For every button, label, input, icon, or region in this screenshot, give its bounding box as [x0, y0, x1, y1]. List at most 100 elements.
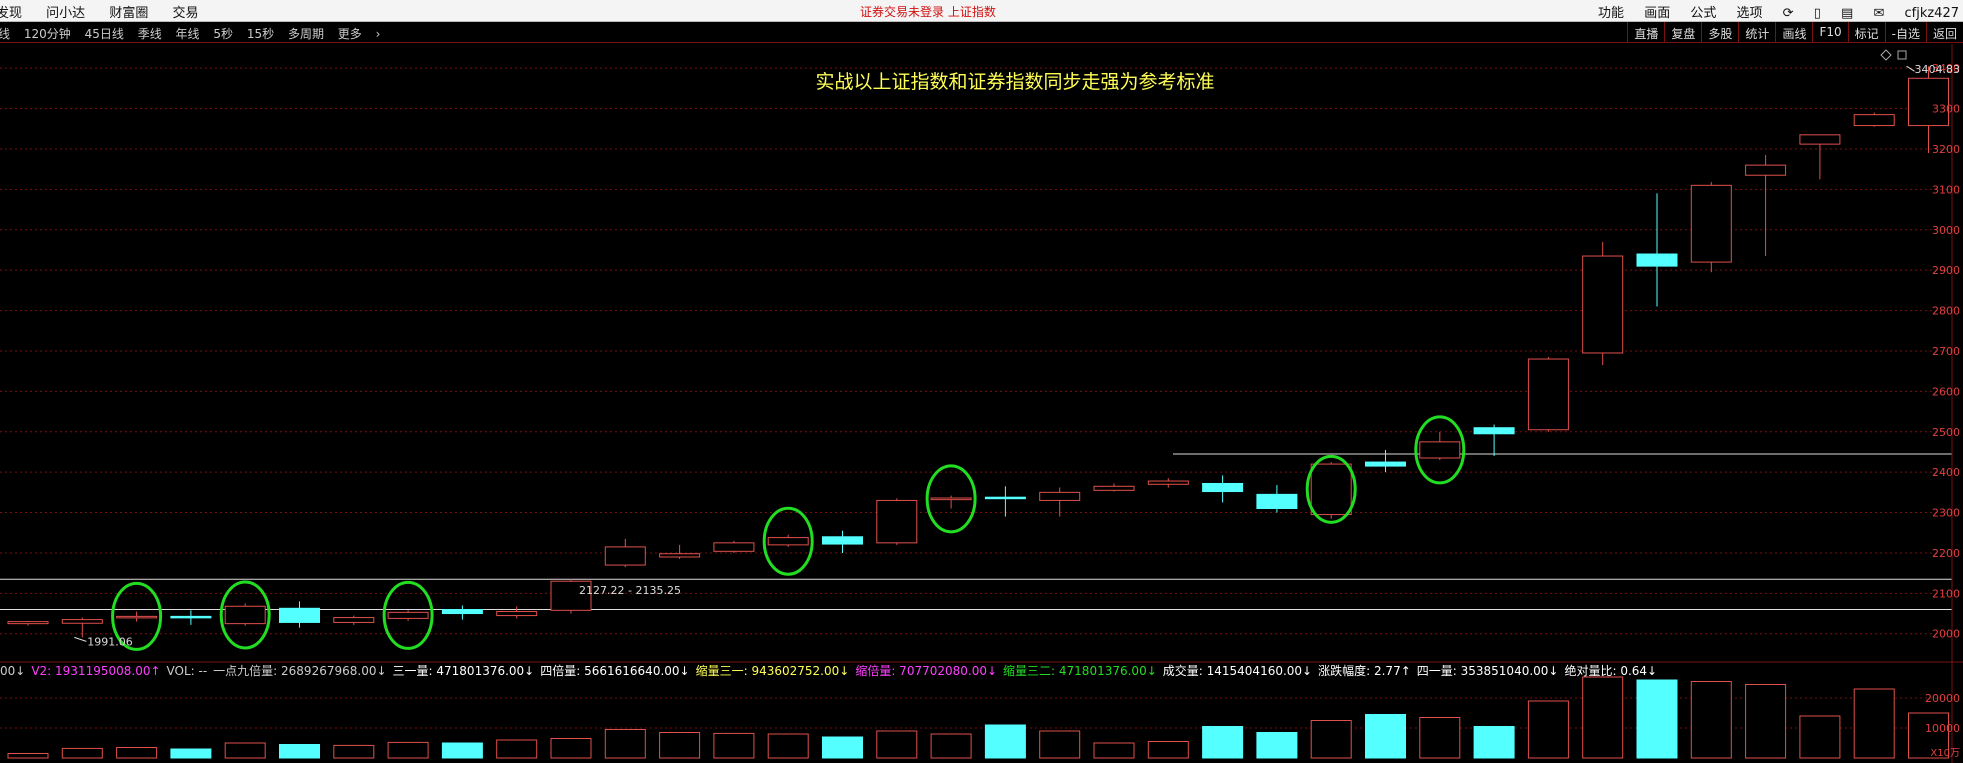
volume-bar — [1093, 742, 1135, 759]
range-label: 2127.22 - 2135.25 — [579, 584, 681, 597]
candle-body — [1690, 184, 1732, 263]
candle-body — [604, 546, 646, 566]
candle-body — [7, 621, 49, 625]
candle-body — [333, 617, 375, 623]
indicator-value: 缩量三一: 943602752.00↓ — [695, 664, 850, 678]
candlestick-chart[interactable]: 2000 2100 2200 2300 2400 2500 2600 2700 2800 2900… — [0, 0, 1963, 763]
candle-body — [876, 499, 918, 544]
indicator-value: 四一量: 353851040.00↓ — [1416, 664, 1559, 678]
volume-bar — [1147, 741, 1189, 759]
volume-bar — [659, 732, 701, 759]
y-tick-label: 2400 — [1932, 466, 1960, 479]
volume-bar — [7, 753, 49, 759]
candle-body — [1799, 134, 1841, 145]
candle-body — [61, 619, 103, 624]
pin-icon[interactable] — [1880, 49, 1892, 61]
volume-bar — [1690, 681, 1732, 759]
chart-title: 实战以上证指数和证券指数同步走强为参考标准 — [815, 71, 1214, 93]
candle-body — [767, 537, 809, 546]
y-tick-label: 2800 — [1932, 305, 1960, 318]
volume-bar — [1527, 700, 1569, 759]
y-tick-label: 2600 — [1932, 385, 1960, 398]
y-tick-label: 2500 — [1932, 426, 1960, 439]
volume-bar — [387, 741, 429, 759]
candle-body — [1636, 253, 1678, 267]
candle-body — [1147, 480, 1189, 485]
y-tick-label: 2000 — [1932, 628, 1960, 641]
candle-body — [387, 611, 429, 619]
volume-bar — [1636, 679, 1678, 759]
chart-annotations: 1991.06 3404.83 2127.22 - 2135.25 — [74, 63, 1960, 648]
indicator-value: 00↓ — [0, 664, 26, 678]
volume-bar — [1799, 715, 1841, 759]
volume-bar — [496, 739, 538, 759]
price-axis: 2000 2100 2200 2300 2400 2500 2600 2700 2800 2900… — [0, 44, 1963, 763]
volume-bar — [170, 748, 212, 759]
y-tick-label: 2700 — [1932, 345, 1960, 358]
volume-bar — [116, 747, 158, 759]
volume-bar — [930, 733, 972, 759]
volume-bars — [7, 676, 1949, 759]
vol-tick-label: 10000 — [1925, 722, 1960, 735]
volume-bar — [1582, 676, 1624, 759]
candle-body — [1419, 441, 1461, 459]
volume-bar — [767, 733, 809, 759]
candle-body — [1202, 482, 1244, 493]
expand-icon[interactable] — [1897, 50, 1907, 60]
high-pointer — [1906, 65, 1915, 72]
volume-bar — [550, 738, 592, 759]
y-tick-label: 3000 — [1932, 224, 1960, 237]
volume-bar — [333, 744, 375, 759]
volume-bar — [1202, 726, 1244, 759]
candle-body — [713, 542, 755, 552]
vol-tick-label: 20000 — [1925, 692, 1960, 705]
indicator-value: V2: 1931195008.00↑ — [31, 664, 161, 678]
candle-body — [984, 496, 1026, 500]
indicator-value: VOL: -- — [166, 664, 208, 678]
indicator-value: 四倍量: 5661616640.00↓ — [540, 664, 690, 678]
volume-bar — [1039, 730, 1081, 759]
candle-body — [1365, 461, 1406, 467]
volume-bar — [279, 744, 320, 759]
volume-bar — [1853, 688, 1895, 759]
candle-body — [1310, 463, 1352, 516]
candles — [7, 66, 1949, 638]
volume-bar — [984, 724, 1026, 759]
candle-body — [1473, 427, 1515, 435]
y-tick-label: 3100 — [1932, 183, 1960, 196]
candle-body — [930, 497, 972, 501]
indicator-value: 一点九倍量: 2689267968.00↓ — [213, 664, 387, 678]
volume-bar — [1310, 720, 1352, 759]
volume-bar — [713, 732, 755, 759]
candle-body — [224, 605, 266, 625]
vol-unit-label: X10万 — [1930, 748, 1960, 759]
indicator-value: 缩倍量: 707702080.00↓ — [855, 664, 998, 678]
candle-body — [1527, 358, 1569, 431]
volume-bar — [604, 729, 646, 759]
indicator-value: 成交量: 1415404160.00↓ — [1162, 664, 1313, 678]
volume-bar — [224, 742, 266, 759]
candle-body — [1039, 491, 1081, 501]
volume-bar — [822, 736, 863, 759]
candle-body — [441, 609, 483, 615]
y-tick-label: 2900 — [1932, 264, 1960, 277]
indicator-value: 三一量: 471801376.00↓ — [392, 664, 535, 678]
candle-body — [1093, 485, 1135, 491]
volume-bar — [1256, 732, 1298, 759]
volume-bar — [1365, 714, 1406, 759]
candle-body — [1745, 164, 1787, 176]
candle-body — [279, 607, 320, 623]
candle-body — [116, 615, 158, 619]
volume-bar — [876, 730, 918, 759]
volume-bar — [1745, 684, 1787, 759]
y-tick-label: 3300 — [1932, 103, 1960, 116]
indicator-value: 绝对量比: 0.64↓ — [1564, 664, 1658, 678]
volume-bar — [61, 747, 103, 759]
volume-bar — [441, 742, 483, 759]
y-tick-label: 3200 — [1932, 143, 1960, 156]
indicator-value: 缩量三二: 471801376.00↓ — [1003, 664, 1157, 678]
low-pointer — [74, 636, 87, 642]
candle-body — [1582, 255, 1624, 354]
y-tick-label: 2100 — [1932, 587, 1960, 600]
y-tick-label: 2200 — [1932, 547, 1960, 560]
